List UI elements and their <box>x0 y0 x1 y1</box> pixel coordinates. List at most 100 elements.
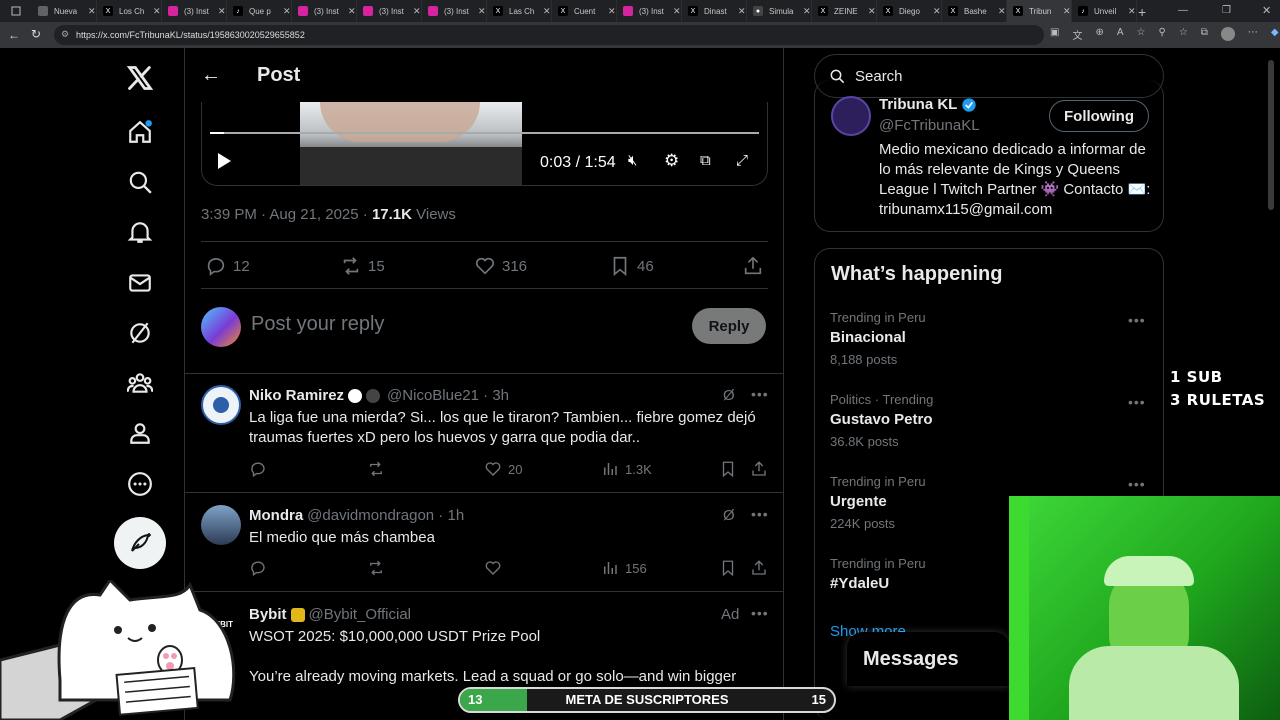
more-icon[interactable]: ••• <box>1128 476 1146 492</box>
views-action[interactable]: 156 <box>601 559 647 577</box>
home-icon[interactable] <box>120 112 160 152</box>
back-icon[interactable]: ← <box>8 28 20 42</box>
tab-close-icon[interactable]: ✕ <box>348 6 356 17</box>
profile-name[interactable]: Tribuna KL <box>879 96 957 113</box>
tab-close-icon[interactable]: ✕ <box>88 6 96 17</box>
install-app-icon[interactable]: ▣ <box>1050 27 1059 42</box>
video-progress-track[interactable] <box>210 132 759 134</box>
browser-tab[interactable]: (3) Inst ✕ <box>617 0 682 22</box>
browser-tab[interactable]: X Los Ch ✕ <box>97 0 162 22</box>
more-icon[interactable]: ••• <box>751 605 769 621</box>
reply-author-name[interactable]: Mondra <box>249 507 303 524</box>
more-icon[interactable]: ••• <box>1128 312 1146 328</box>
profile-avatar[interactable] <box>831 96 871 136</box>
notifications-bell-icon[interactable] <box>120 212 160 252</box>
browser-tab[interactable]: X Dinast ✕ <box>682 0 747 22</box>
communities-icon[interactable] <box>120 363 160 403</box>
profile-icon[interactable] <box>1220 27 1235 41</box>
browser-tab[interactable]: (3) Inst ✕ <box>357 0 422 22</box>
translate-icon[interactable]: 文 <box>1072 27 1082 42</box>
browser-tab[interactable]: (3) Inst ✕ <box>162 0 227 22</box>
browser-tab[interactable]: X ZEINE ✕ <box>812 0 877 22</box>
like-action[interactable]: 20 <box>484 460 522 478</box>
tab-close-icon[interactable]: ✕ <box>608 6 616 17</box>
site-info-icon[interactable]: ⚙ <box>61 29 69 40</box>
reply-action[interactable] <box>249 559 267 577</box>
new-tab-icon[interactable]: + <box>1138 4 1146 20</box>
reply-avatar[interactable] <box>201 385 241 425</box>
share-action[interactable] <box>750 559 768 577</box>
extensions-icon[interactable]: ⚲ <box>1158 27 1165 42</box>
read-aloud-icon[interactable]: A <box>1117 27 1124 42</box>
play-icon[interactable] <box>216 152 232 175</box>
reply-avatar[interactable] <box>201 505 241 545</box>
reply-author-name[interactable]: Niko Ramirez <box>249 387 344 404</box>
ad-author-name[interactable]: Bybit <box>249 606 287 623</box>
tab-close-icon[interactable]: ✕ <box>543 6 551 17</box>
browser-tab[interactable]: X Tribun ✕ <box>1007 0 1072 22</box>
search-icon[interactable] <box>120 162 160 202</box>
more-options-icon[interactable] <box>120 464 160 504</box>
browser-tab[interactable]: Nueva ✕ <box>32 0 97 22</box>
bookmark-action[interactable] <box>719 460 737 478</box>
tab-close-icon[interactable]: ✕ <box>868 6 876 17</box>
more-icon[interactable]: ••• <box>1128 394 1146 410</box>
browser-tab[interactable]: X Bashe ✕ <box>942 0 1007 22</box>
browser-tab[interactable]: (3) Inst ✕ <box>292 0 357 22</box>
tab-close-icon[interactable]: ✕ <box>283 6 291 17</box>
browser-tab[interactable]: ♪ Que p ✕ <box>227 0 292 22</box>
tab-close-icon[interactable]: ✕ <box>1063 6 1071 17</box>
user-avatar[interactable] <box>201 307 241 347</box>
tab-close-icon[interactable]: ✕ <box>673 6 681 17</box>
tab-close-icon[interactable]: ✕ <box>478 6 486 17</box>
like-action[interactable] <box>484 559 502 577</box>
copilot-icon[interactable]: ◆ <box>1271 27 1279 42</box>
back-arrow-icon[interactable]: ← <box>201 64 221 87</box>
reply-author-handle[interactable]: @davidmondragon · 1h <box>307 507 464 524</box>
trend-name[interactable]: #YdaleU <box>830 575 889 592</box>
like-action[interactable]: 316 <box>474 255 527 277</box>
repost-action[interactable] <box>367 460 385 478</box>
scrollbar[interactable] <box>1268 60 1274 210</box>
ad-author-handle[interactable]: @Bybit_Official <box>309 606 412 623</box>
browser-tab[interactable]: (3) Inst ✕ <box>422 0 487 22</box>
browser-tab[interactable]: X Cuent ✕ <box>552 0 617 22</box>
more-icon[interactable]: ••• <box>751 386 769 402</box>
tab-close-icon[interactable]: ✕ <box>218 6 226 17</box>
profile-handle[interactable]: @FcTribunaKL <box>879 117 980 134</box>
tab-close-icon[interactable]: ✕ <box>1128 6 1136 17</box>
following-button[interactable]: Following <box>1049 100 1149 132</box>
browser-tab[interactable]: X Las Ch ✕ <box>487 0 552 22</box>
share-action[interactable] <box>742 255 764 277</box>
share-action[interactable] <box>750 460 768 478</box>
reply-input[interactable]: Post your reply <box>251 313 384 336</box>
split-screen-icon[interactable]: ⧉ <box>1201 27 1208 42</box>
bookmark-action[interactable]: 46 <box>609 255 654 277</box>
picture-in-picture-icon[interactable]: ⧉ <box>700 152 711 169</box>
messages-envelope-icon[interactable] <box>120 263 160 303</box>
x-logo-icon[interactable] <box>120 58 160 98</box>
tab-close-icon[interactable]: ✕ <box>738 6 746 17</box>
tab-close-icon[interactable]: ✕ <box>413 6 421 17</box>
grok-icon[interactable] <box>120 313 160 353</box>
tab-close-icon[interactable]: ✕ <box>153 6 161 17</box>
repost-action[interactable] <box>367 559 385 577</box>
url-field[interactable]: ⚙ https://x.com/FcTribunaKL/status/19586… <box>54 25 1044 45</box>
compose-post-button[interactable] <box>114 517 166 569</box>
restore-icon[interactable]: ❐ <box>1222 5 1231 16</box>
fullscreen-icon[interactable]: ⤢ <box>736 152 748 169</box>
reply-author-handle[interactable]: @NicoBlue21 · 3h <box>387 387 509 404</box>
trend-name[interactable]: Binacional <box>830 329 906 346</box>
mute-icon[interactable]: 🔇︎ <box>628 152 637 169</box>
messages-drawer[interactable]: Messages <box>847 632 1010 686</box>
repost-action[interactable]: 15 <box>340 255 385 277</box>
profile-person-icon[interactable] <box>120 413 160 453</box>
more-icon[interactable]: ••• <box>751 506 769 522</box>
trend-name[interactable]: Gustavo Petro <box>830 411 933 428</box>
browser-tab[interactable]: ♪ Unveil ✕ <box>1072 0 1137 22</box>
reload-icon[interactable]: ↻ <box>31 27 41 41</box>
views-action[interactable]: 1.3K <box>601 460 652 478</box>
tab-close-icon[interactable]: ✕ <box>998 6 1006 17</box>
more-icon[interactable]: ⋯ <box>1248 27 1258 42</box>
reply-action[interactable]: 12 <box>205 255 250 277</box>
